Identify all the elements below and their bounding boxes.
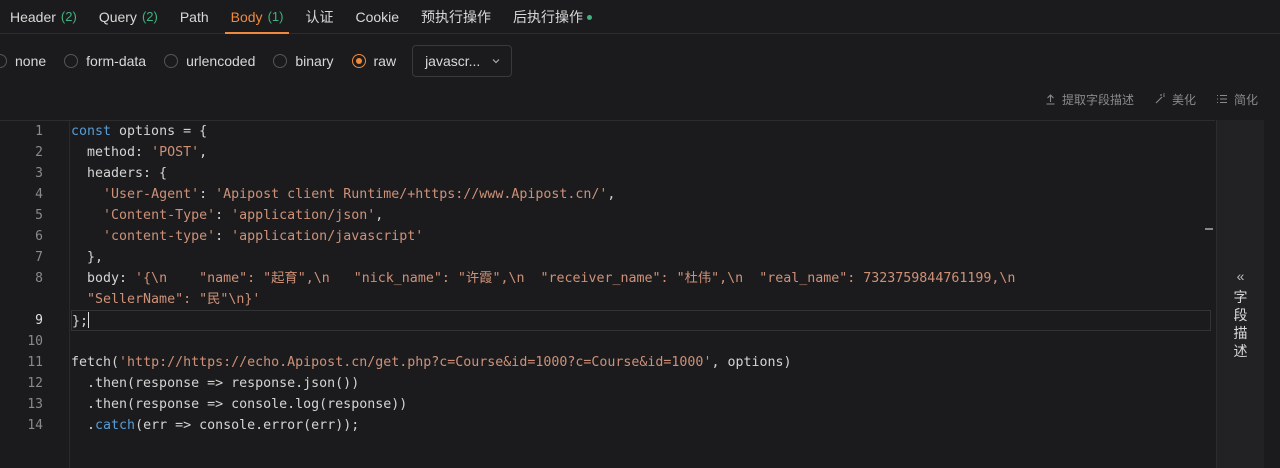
line-number: 3 [35, 166, 43, 181]
double-chevron-left-icon: « [1236, 268, 1245, 284]
tab-body-count: (1) [267, 9, 284, 24]
line-number: 14 [27, 418, 43, 433]
tab-header[interactable]: Header (2) [10, 0, 77, 33]
radio-circle-icon [164, 54, 179, 68]
radio-urlencoded[interactable]: urlencoded [164, 53, 255, 69]
radio-label: binary [295, 53, 334, 69]
tab-post-script[interactable]: 后执行操作 [513, 0, 593, 33]
body-type-selector: none form-data urlencoded binary raw jav… [0, 44, 513, 78]
line-number: 8 [35, 271, 43, 286]
beautify-button[interactable]: 美化 [1154, 91, 1196, 108]
code-editor[interactable]: 1 2 3 4 5 6 7 8 9 10 11 12 13 14 const o… [0, 120, 1215, 468]
code-line: 'content-type': 'application/javascript' [103, 229, 424, 244]
radio-label: raw [373, 53, 397, 69]
line-number-gutter: 1 2 3 4 5 6 7 8 9 10 11 12 13 14 [0, 121, 70, 468]
tab-pre-script[interactable]: 预执行操作 [421, 0, 491, 33]
line-number-current: 9 [35, 313, 43, 328]
code-line: const options = { [71, 124, 208, 139]
code-line: .then(response => response.json()) [71, 376, 360, 391]
code-line: body: '{\n "name": "起育",\n "nick_name": … [71, 271, 1016, 286]
tab-cookie[interactable]: Cookie [355, 0, 399, 33]
line-number: 5 [35, 208, 43, 223]
radio-checked-icon [351, 54, 366, 68]
line-number: 11 [27, 355, 43, 370]
scrollbar-marker[interactable] [1205, 228, 1213, 230]
line-number: 6 [35, 229, 43, 244]
extract-field-desc-label: 提取字段描述 [1061, 92, 1134, 107]
tab-auth[interactable]: 认证 [305, 0, 333, 33]
line-number: 1 [35, 124, 43, 139]
raw-language-select[interactable]: javascr... [412, 45, 513, 77]
tab-pre-script-label: 预执行操作 [421, 8, 492, 25]
code-line: .catch(err => console.error(err)); [71, 418, 360, 433]
code-line: fetch('http://https://echo.Apipost.cn/ge… [71, 355, 792, 370]
code-line: }, [71, 250, 104, 265]
field-description-panel-toggle[interactable]: « 字 段 描 述 [1216, 120, 1264, 468]
label-char: 段 [1233, 307, 1248, 323]
code-content[interactable]: const options = { method: 'POST', header… [71, 121, 1215, 468]
tab-path-label: Path [179, 8, 209, 25]
text-cursor [88, 312, 90, 328]
tab-query[interactable]: Query (2) [99, 0, 158, 33]
radio-circle-icon [273, 54, 288, 68]
label-char: 述 [1233, 343, 1248, 359]
radio-circle-icon [64, 54, 79, 68]
extract-field-desc-button[interactable]: 提取字段描述 [1045, 91, 1134, 108]
line-number: 4 [35, 187, 43, 202]
code-line: .then(response => console.log(response)) [71, 397, 408, 412]
upload-icon [1046, 93, 1055, 105]
tab-path[interactable]: Path [180, 0, 209, 33]
line-number: 12 [27, 376, 43, 391]
tab-post-script-label: 后执行操作 [513, 8, 584, 25]
radio-label: none [15, 53, 47, 69]
line-number: 7 [35, 250, 43, 265]
code-line: headers: { [71, 166, 168, 181]
field-description-label: 字 段 描 述 [1217, 288, 1264, 360]
status-dot-icon [587, 15, 593, 20]
tab-body-label: Body [230, 8, 263, 25]
code-line: 'Content-Type': 'application/json', [103, 208, 384, 223]
tab-body[interactable]: Body (1) [224, 0, 290, 34]
radio-form-data[interactable]: form-data [64, 53, 146, 69]
tab-header-label: Header [10, 8, 56, 25]
tab-query-count: (2) [141, 9, 158, 24]
magic-wand-icon [1155, 93, 1165, 104]
list-icon [1216, 94, 1227, 104]
tab-cookie-label: Cookie [355, 8, 400, 25]
radio-none[interactable]: none [0, 53, 46, 69]
editor-toolbar: 提取字段描述 美化 简化 [1025, 90, 1258, 108]
code-line: 'User-Agent': 'Apipost client Runtime/+h… [103, 187, 616, 202]
line-number: 13 [27, 397, 43, 412]
code-line: "SellerName": "民"\n}' [71, 292, 261, 307]
code-line-current: }; [71, 310, 1211, 331]
tab-header-count: (2) [60, 9, 77, 24]
line-number: 2 [35, 145, 43, 160]
raw-language-value: javascr... [425, 53, 481, 69]
radio-binary[interactable]: binary [273, 53, 334, 69]
tab-auth-label: 认证 [305, 8, 334, 25]
simplify-button[interactable]: 简化 [1216, 91, 1258, 108]
radio-circle-icon [0, 54, 7, 68]
radio-label: form-data [86, 53, 147, 69]
label-char: 描 [1233, 325, 1248, 341]
line-number: 10 [27, 334, 43, 349]
beautify-label: 美化 [1171, 92, 1196, 107]
chevron-down-icon [492, 59, 500, 64]
radio-raw[interactable]: raw [351, 53, 397, 69]
label-char: 字 [1233, 289, 1248, 305]
radio-label: urlencoded [186, 53, 256, 69]
tab-query-label: Query [98, 8, 137, 25]
simplify-label: 简化 [1233, 92, 1258, 107]
code-line: method: 'POST', [71, 145, 208, 160]
request-tabs: Header (2) Query (2) Path Body (1) 认证 Cooki… [0, 0, 1280, 34]
